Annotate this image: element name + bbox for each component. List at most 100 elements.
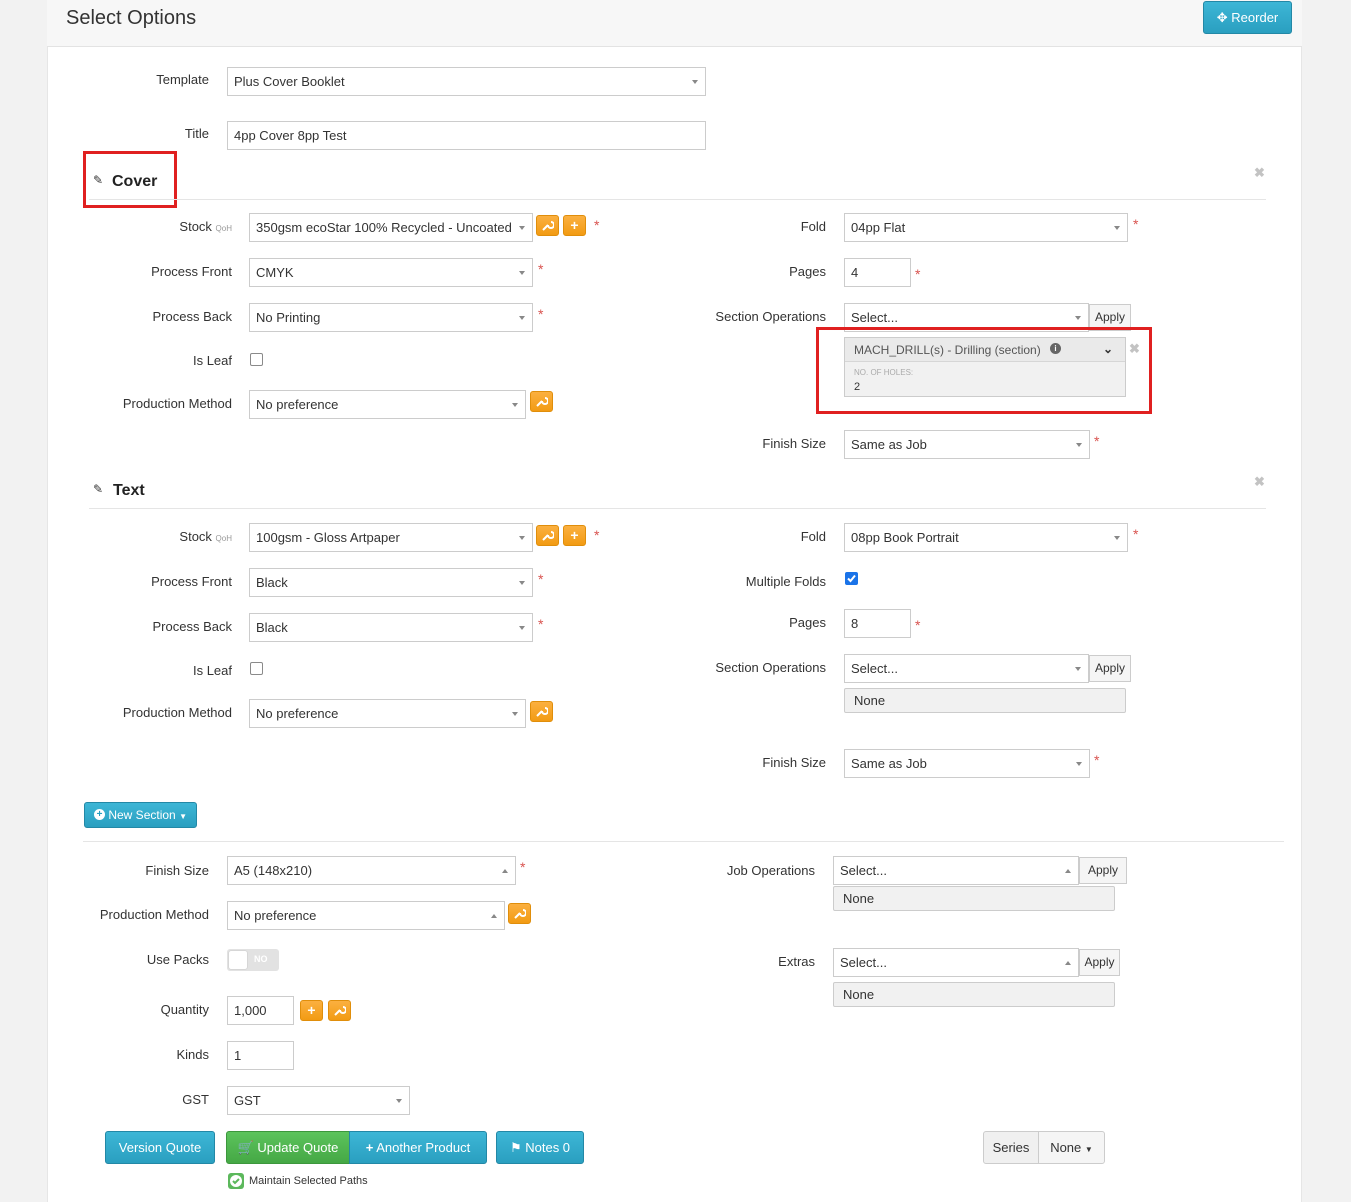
toggle-state: NO [254, 954, 268, 964]
notes-button[interactable]: ⚑ Notes 0 [496, 1131, 584, 1164]
another-product-button[interactable]: + Another Product [349, 1131, 487, 1164]
required-marker: * [1133, 526, 1139, 542]
text-finish-size-select[interactable]: Same as Job [844, 749, 1090, 778]
job-divider [83, 841, 1284, 842]
text-is-leaf-checkbox[interactable] [250, 662, 263, 675]
add-quantity-button[interactable]: + [300, 1000, 323, 1021]
remove-cover-icon[interactable]: ✖ [1254, 165, 1265, 181]
dropdown-caret-icon [1065, 961, 1071, 965]
dropdown-caret-icon [519, 226, 525, 230]
wrench-button[interactable] [328, 1000, 351, 1021]
use-packs-toggle[interactable]: NO [227, 949, 279, 971]
kinds-input[interactable]: 1 [227, 1041, 294, 1070]
wrench-button[interactable] [536, 525, 559, 546]
page-header [47, 0, 1302, 47]
text-stock-select[interactable]: 100gsm - Gloss Artpaper [249, 523, 533, 552]
cover-pages-input[interactable]: 4 [844, 258, 911, 287]
template-label: Template [156, 72, 209, 87]
remove-text-icon[interactable]: ✖ [1254, 474, 1265, 490]
plus-icon: + [365, 1140, 374, 1155]
text-fold-select[interactable]: 08pp Book Portrait [844, 523, 1128, 552]
required-marker: * [1094, 752, 1100, 768]
dropdown-caret-icon [692, 80, 698, 84]
operation-name: MACH_DRILL(s) - Drilling (section) [854, 343, 1041, 357]
extras-label: Extras [778, 954, 815, 969]
text-multiple-folds-label: Multiple Folds [745, 574, 826, 589]
dropdown-caret-icon [1076, 443, 1082, 447]
wrench-button[interactable] [530, 391, 553, 412]
wrench-button[interactable] [536, 215, 559, 236]
job-ops-select[interactable]: Select... [833, 856, 1079, 885]
extras-none: None [833, 982, 1115, 1007]
chevron-down-icon[interactable]: ⌄ [1103, 342, 1113, 356]
required-marker: * [538, 306, 544, 322]
cover-fold-label: Fold [800, 219, 826, 234]
text-pages-label: Pages [789, 615, 826, 630]
cover-finish-size-select[interactable]: Same as Job [844, 430, 1090, 459]
gst-select[interactable]: GST [227, 1086, 410, 1115]
cover-process-front-select[interactable]: CMYK [249, 258, 533, 287]
add-stock-button[interactable]: + [563, 215, 586, 236]
extras-apply-button[interactable]: Apply [1079, 949, 1120, 976]
required-marker: * [594, 217, 600, 233]
required-marker: * [538, 571, 544, 587]
dropdown-caret-icon [1076, 762, 1082, 766]
dropdown-caret-icon [519, 316, 525, 320]
job-ops-none: None [833, 886, 1115, 911]
edit-icon[interactable]: ✎ [93, 482, 103, 496]
dropdown-caret-icon [1075, 667, 1081, 671]
dropdown-caret-icon [512, 712, 518, 716]
cover-stock-label: Stock QoH [179, 219, 232, 234]
title-label: Title [184, 126, 209, 141]
maintain-paths-checkbox[interactable] [228, 1173, 244, 1189]
new-section-button[interactable]: + New Section ▼ [84, 802, 197, 828]
text-process-front-label: Process Front [151, 574, 232, 589]
cover-fold-select[interactable]: 04pp Flat [844, 213, 1128, 242]
text-stock-label: Stock QoH [179, 529, 232, 544]
reorder-button[interactable]: ✥ Reorder [1203, 1, 1292, 34]
text-section-ops-select[interactable]: Select... [844, 654, 1089, 683]
wrench-button[interactable] [530, 701, 553, 722]
operation-card: MACH_DRILL(s) - Drilling (section) i ⌄ N… [844, 337, 1126, 397]
job-ops-apply-button[interactable]: Apply [1079, 857, 1127, 884]
operation-param-value: 2 [854, 381, 861, 393]
caret-down-icon: ▼ [179, 812, 187, 821]
quantity-input[interactable]: 1,000 [227, 996, 294, 1025]
dropdown-caret-icon [519, 626, 525, 630]
version-quote-button[interactable]: Version Quote [105, 1131, 215, 1164]
wrench-button[interactable] [508, 903, 531, 924]
edit-icon[interactable]: ✎ [93, 173, 103, 187]
caret-down-icon: ▼ [1084, 1145, 1093, 1154]
text-process-front-select[interactable]: Black [249, 568, 533, 597]
job-production-method-select[interactable]: No preference [227, 901, 505, 930]
extras-select[interactable]: Select... [833, 948, 1079, 977]
text-process-back-select[interactable]: Black [249, 613, 533, 642]
dropdown-caret-icon [1114, 536, 1120, 540]
required-marker: * [520, 859, 526, 875]
series-label: Series [983, 1131, 1039, 1164]
text-divider [89, 508, 1266, 509]
dropdown-caret-icon [1114, 226, 1120, 230]
text-section-ops-apply-button[interactable]: Apply [1089, 655, 1131, 682]
job-finish-size-select[interactable]: A5 (148x210) [227, 856, 516, 885]
cart-icon: 🛒 [237, 1140, 254, 1155]
template-select[interactable]: Plus Cover Booklet [227, 67, 706, 96]
text-production-method-select[interactable]: No preference [249, 699, 526, 728]
series-dropdown[interactable]: None ▼ [1038, 1131, 1105, 1164]
dropdown-caret-icon [519, 536, 525, 540]
dropdown-caret-icon [502, 869, 508, 873]
title-input[interactable]: 4pp Cover 8pp Test [227, 121, 706, 150]
cover-is-leaf-checkbox[interactable] [250, 353, 263, 366]
required-marker: * [538, 261, 544, 277]
update-quote-button[interactable]: 🛒 Update Quote [226, 1131, 350, 1164]
use-packs-label: Use Packs [146, 952, 209, 967]
text-pages-input[interactable]: 8 [844, 609, 911, 638]
add-stock-button[interactable]: + [563, 525, 586, 546]
gst-label: GST [182, 1092, 209, 1107]
cover-production-method-select[interactable]: No preference [249, 390, 526, 419]
cover-stock-select[interactable]: 350gsm ecoStar 100% Recycled - Uncoated [249, 213, 533, 242]
cover-section-ops-label: Section Operations [715, 309, 826, 324]
cover-process-back-select[interactable]: No Printing [249, 303, 533, 332]
text-multiple-folds-checkbox[interactable] [845, 572, 858, 585]
remove-operation-icon[interactable]: ✖ [1129, 341, 1140, 357]
